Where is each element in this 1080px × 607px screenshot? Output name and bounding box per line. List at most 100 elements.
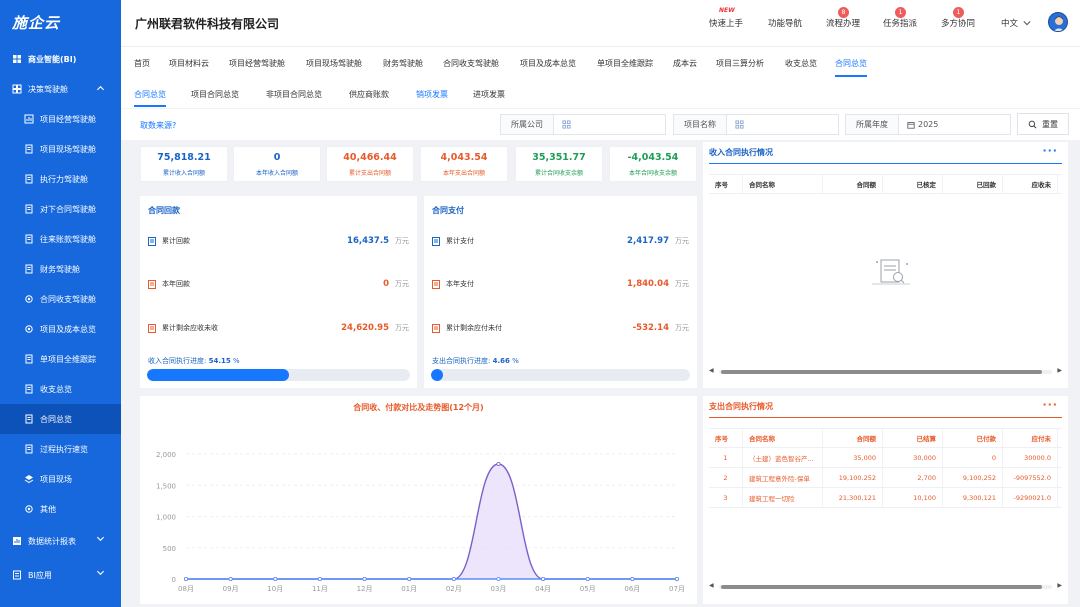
expense-table-panel: 支出合同执行情况 ··· 序号 合同名称 合同额 已结算 已付款 应付未 1 （土建）蓝色智谷… xyxy=(703,396,1068,604)
document-icon xyxy=(24,354,34,364)
year-filter[interactable]: 所属年度 2025 xyxy=(845,114,1011,135)
sidebar-item-11[interactable]: 过程执行速览 xyxy=(0,434,121,464)
more-icon[interactable]: ··· xyxy=(1042,398,1058,411)
expense-table: 序号 合同名称 合同额 已结算 已付款 应付未 1 （土建）蓝色智谷产... 35,000 30,… xyxy=(709,428,1062,508)
receivable-panel: 合同回款 累计回款 16,437.5 万元 本年回款 0 万元 累计剩余应收未收 24,620… xyxy=(140,196,417,388)
sidebar-item-8[interactable]: 单项目全维跟踪 xyxy=(0,344,121,374)
new-badge: NEW xyxy=(719,7,735,14)
language-switch[interactable]: 中文 xyxy=(1001,17,1031,29)
kpi-value: 75,818.21 xyxy=(157,152,211,163)
chart-icon xyxy=(24,114,34,124)
table-cell: 30000.0 xyxy=(1003,448,1058,467)
row-unit: 万元 xyxy=(395,237,409,245)
project-filter[interactable]: 项目名称 xyxy=(673,114,839,135)
header-nav-4[interactable]: 1 多方协同 xyxy=(941,7,975,29)
kpi-label: 累计收入合同额 xyxy=(162,170,205,177)
module-tab-2[interactable]: 项目经营驾驶舱 xyxy=(229,58,285,69)
payment-progress-bar xyxy=(431,369,690,381)
module-tab-9[interactable]: 项目三算分析 xyxy=(716,58,764,69)
year-value: 2025 xyxy=(918,120,939,129)
data-point xyxy=(630,576,635,581)
kpi-value: 40,466.44 xyxy=(343,152,397,163)
row-value: 2,417.97 xyxy=(627,236,669,246)
expense-table-scrollbar[interactable]: ◀ ▶ xyxy=(709,582,1062,591)
sub-tab-2[interactable]: 非项目合同总览 xyxy=(266,89,322,100)
x-tick-label: 12月 xyxy=(357,585,373,593)
data-point xyxy=(407,576,412,581)
sidebar-item-0[interactable]: 项目经营驾驶舱 xyxy=(0,104,121,134)
gear-icon xyxy=(24,504,34,514)
data-point xyxy=(273,576,278,581)
header-nav-2[interactable]: 8 流程办理 xyxy=(826,7,860,29)
payment-row: 累计剩余应付未付 -532.14 万元 xyxy=(432,321,689,335)
table-cell: 3 xyxy=(709,488,743,507)
module-tab-10[interactable]: 收支总览 xyxy=(785,58,817,69)
sidebar-bottom-0[interactable]: 数据统计报表 xyxy=(0,524,121,558)
sub-tab-1[interactable]: 项目合同总览 xyxy=(191,89,239,100)
module-tab-1[interactable]: 项目材料云 xyxy=(169,58,209,69)
sidebar-item-12[interactable]: 项目现场 xyxy=(0,464,121,494)
dashboard-icon xyxy=(12,84,22,94)
table-row[interactable]: 3 建筑工程一切险 21,300,121 10,100 9,300,121 -929002… xyxy=(709,488,1062,508)
sidebar-item-bi[interactable]: 商业智能(BI) xyxy=(0,44,121,74)
expense-table-title: 支出合同执行情况 xyxy=(709,402,773,411)
avatar[interactable] xyxy=(1048,12,1068,32)
data-point xyxy=(675,576,680,581)
sidebar-item-1[interactable]: 项目现场驾驶舱 xyxy=(0,134,121,164)
sidebar-item-6[interactable]: 合同收支驾驶舱 xyxy=(0,284,121,314)
kpi-label: 累计合同收支余额 xyxy=(534,170,583,177)
sidebar-item-7[interactable]: 项目及成本总览 xyxy=(0,314,121,344)
module-tab-6[interactable]: 项目及成本总览 xyxy=(520,58,576,69)
sidebar-item-13[interactable]: 其他 xyxy=(0,494,121,524)
module-tab-11[interactable]: 合同总览 xyxy=(835,58,867,77)
sidebar-item-4[interactable]: 往来账款驾驶舱 xyxy=(0,224,121,254)
sidebar-item-9[interactable]: 收支总览 xyxy=(0,374,121,404)
module-tab-5[interactable]: 合同收支驾驶舱 xyxy=(443,58,499,69)
company-filter[interactable]: 所属公司 xyxy=(500,114,666,135)
sub-tab-0[interactable]: 合同总览 xyxy=(134,89,166,107)
module-tab-0[interactable]: 首页 xyxy=(134,58,150,69)
data-source-link[interactable]: 取数来源? xyxy=(140,120,176,131)
header-nav-1[interactable]: 功能导航 xyxy=(768,17,802,29)
header-nav-3[interactable]: 1 任务指派 xyxy=(883,7,917,29)
sidebar-item-5[interactable]: 财务驾驶舱 xyxy=(0,254,121,284)
module-tab-3[interactable]: 项目现场驾驶舱 xyxy=(306,58,362,69)
row-value: 16,437.5 xyxy=(347,236,389,246)
table-cell: 21,300,121 xyxy=(823,488,883,507)
sidebar-bottom-1[interactable]: BI应用 xyxy=(0,558,121,592)
header-nav-0[interactable]: NEW 快速上手 xyxy=(709,7,743,29)
column-header: 已付款 xyxy=(943,429,1003,447)
sidebar-item-10[interactable]: 合同总览 xyxy=(0,404,121,434)
sub-tab-3[interactable]: 供应商账款 xyxy=(349,89,389,100)
sub-tab-4[interactable]: 销项发票 xyxy=(416,89,448,100)
table-row[interactable]: 1 （土建）蓝色智谷产... 35,000 30,000 0 30000.0 xyxy=(709,448,1062,468)
table-cell: 建筑工程意外险-保单 xyxy=(743,468,823,487)
project-filter-label: 项目名称 xyxy=(674,115,727,134)
sidebar-group-decision[interactable]: 决策驾驶舱 xyxy=(0,74,121,104)
x-tick-label: 01月 xyxy=(401,585,417,593)
sidebar-item-2[interactable]: 执行力驾驶舱 xyxy=(0,164,121,194)
table-cell: 建筑工程一切险 xyxy=(743,488,823,507)
sub-tab-5[interactable]: 进项发票 xyxy=(473,89,505,100)
income-table-scrollbar[interactable]: ◀ ▶ xyxy=(709,367,1062,376)
row-value: 0 xyxy=(383,279,389,289)
report-icon xyxy=(12,536,22,546)
module-tab-8[interactable]: 成本云 xyxy=(673,58,697,69)
sub-tabs: 合同总览 项目合同总览 非项目合同总览 供应商账款 销项发票 进项发票 xyxy=(121,78,1080,108)
data-point xyxy=(362,576,367,581)
document-icon xyxy=(24,204,34,214)
notification-badge: 1 xyxy=(953,7,964,18)
more-icon[interactable]: ··· xyxy=(1042,144,1058,157)
year-filter-label: 所属年度 xyxy=(846,115,899,134)
kpi-card-5: -4,043.54 本年合同收支余额 xyxy=(609,146,697,182)
sidebar-item-3[interactable]: 对下合同驾驶舱 xyxy=(0,194,121,224)
module-tab-7[interactable]: 单项目全维跟踪 xyxy=(597,58,653,69)
row-label: 累计剩余应收未收 xyxy=(162,324,218,332)
table-row[interactable]: 2 建筑工程意外险-保单 19,100.252 2,700 9,100,252 -9097… xyxy=(709,468,1062,488)
column-header: 应付未 xyxy=(1003,429,1058,447)
data-point xyxy=(496,461,501,466)
table-cell: 0 xyxy=(943,448,1003,467)
module-tab-4[interactable]: 财务驾驶舱 xyxy=(383,58,423,69)
table-cell: 30,000 xyxy=(883,448,943,467)
reset-button[interactable]: 重置 xyxy=(1017,113,1069,135)
